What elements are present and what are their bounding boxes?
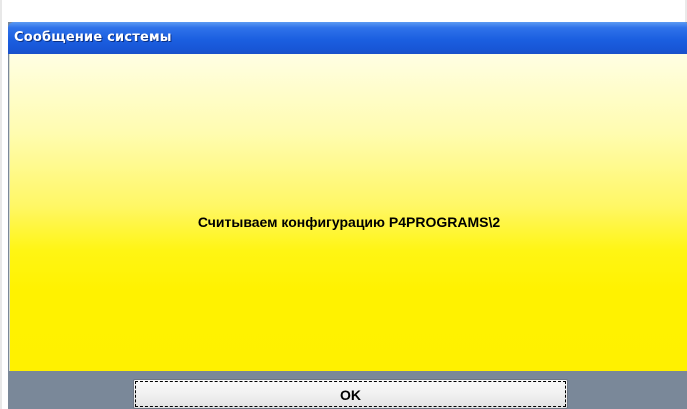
ok-button[interactable]: OK bbox=[133, 379, 568, 409]
desktop-edge-left bbox=[0, 0, 2, 409]
dialog-title: Сообщение системы bbox=[14, 30, 172, 45]
screen: Сообщение системы Считываем конфигурацию… bbox=[0, 0, 687, 409]
dialog-titlebar[interactable]: Сообщение системы bbox=[8, 22, 687, 54]
ok-button-label: OK bbox=[340, 387, 361, 403]
dialog-message: Считываем конфигурацию P4PROGRAMS\2 bbox=[197, 214, 501, 230]
system-message-dialog: Сообщение системы Считываем конфигурацию… bbox=[8, 22, 687, 409]
dialog-footer: OK bbox=[8, 371, 687, 409]
dialog-content: Считываем конфигурацию P4PROGRAMS\2 bbox=[9, 54, 687, 371]
